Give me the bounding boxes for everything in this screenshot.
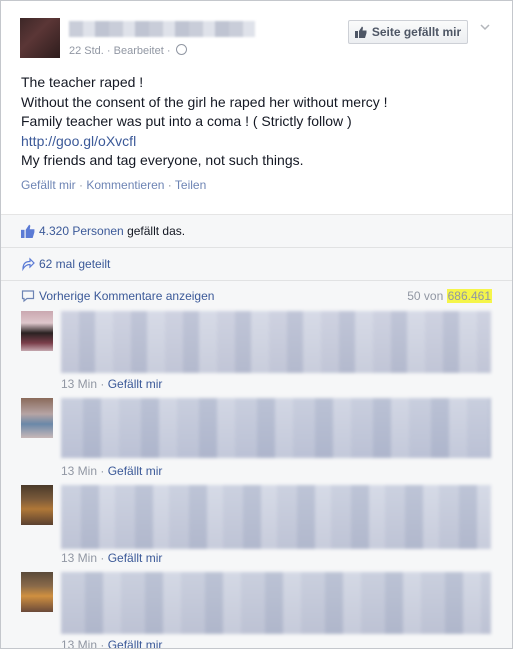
post-line-4: My friends and tag everyone, not such th… [21, 152, 304, 168]
previous-comments-link[interactable]: Vorherige Kommentare anzeigen [39, 289, 214, 303]
commenter-avatar[interactable] [21, 311, 53, 351]
comment-like[interactable]: Gefällt mir [108, 638, 163, 648]
post-text: The teacher raped ! Without the consent … [21, 73, 388, 171]
commenter-avatar[interactable] [21, 485, 53, 525]
like-page-label: Seite gefällt mir [371, 25, 462, 39]
comment-like[interactable]: Gefällt mir [108, 551, 163, 565]
likes-count[interactable]: 4.320 Personen [39, 224, 124, 238]
post-time[interactable]: 22 Std. [69, 45, 104, 57]
commenter-avatar[interactable] [21, 398, 53, 438]
post-card: 22 Std. · Bearbeitet · Seite gefällt mir… [0, 0, 513, 649]
post-line-2: Without the consent of the girl he raped… [21, 93, 388, 110]
comments-header: Vorherige Kommentare anzeigen 50 von 686… [1, 281, 512, 311]
comment-text-redacted [61, 311, 491, 373]
likes-suffix: gefällt das. [127, 224, 186, 238]
comment-text-redacted [61, 572, 491, 634]
comments-total: 686.461 [446, 289, 492, 303]
post-header: 22 Std. · Bearbeitet · Seite gefällt mir… [1, 1, 512, 196]
commenter-avatar[interactable] [21, 572, 53, 612]
comment-action[interactable]: Kommentieren [86, 178, 164, 192]
likes-row: 4.320 Personen gefällt das. [1, 215, 512, 248]
share-arrow-icon [22, 257, 35, 271]
globe-icon [175, 44, 187, 55]
chevron-down-icon[interactable] [479, 21, 491, 33]
comment-like[interactable]: Gefällt mir [108, 464, 163, 478]
thumbs-up-icon [21, 224, 35, 238]
comment-meta: 13 Min · Gefällt mir [61, 551, 163, 565]
comment-text-redacted [61, 485, 491, 549]
page-avatar[interactable] [20, 18, 60, 58]
comment-meta: 13 Min · Gefällt mir [61, 377, 163, 391]
edited-label[interactable]: Bearbeitet [114, 45, 164, 57]
shares-row: 62 mal geteilt [1, 248, 512, 281]
comment-time[interactable]: 13 Min [61, 464, 97, 478]
comments-shown: 50 von [407, 289, 444, 303]
post-line-3: Family teacher was put into a coma ! ( S… [21, 113, 352, 129]
comment-text-redacted [61, 398, 491, 458]
post-link[interactable]: http://goo.gl/oXvcfl [21, 133, 136, 149]
comment-time[interactable]: 13 Min [61, 638, 97, 648]
comment: 13 Min · Gefällt mir [1, 311, 512, 398]
share-action[interactable]: Teilen [175, 178, 206, 192]
like-action[interactable]: Gefällt mir [21, 178, 76, 192]
like-page-button[interactable]: Seite gefällt mir [348, 20, 468, 44]
shares-count[interactable]: 62 mal geteilt [39, 257, 110, 271]
post-actions: Gefällt mir · Kommentieren · Teilen [21, 178, 207, 192]
comment-bubble-icon [21, 290, 35, 303]
thumbs-up-icon [354, 26, 367, 38]
comment-time[interactable]: 13 Min [61, 377, 97, 391]
comment-time[interactable]: 13 Min [61, 551, 97, 565]
post-meta: 22 Std. · Bearbeitet · [69, 44, 187, 57]
comment: 13 Min · Gefällt mir [1, 398, 512, 485]
comment-like[interactable]: Gefällt mir [108, 377, 163, 391]
ufi-section: 4.320 Personen gefällt das. 62 mal getei… [1, 214, 512, 648]
post-line-1: The teacher raped ! [21, 74, 144, 90]
comment-meta: 13 Min · Gefällt mir [61, 638, 163, 648]
comment: 13 Min · Gefällt mir [1, 572, 512, 648]
comment: 13 Min · Gefällt mir [1, 485, 512, 572]
comment-meta: 13 Min · Gefällt mir [61, 464, 163, 478]
author-name-redacted[interactable] [69, 21, 255, 37]
